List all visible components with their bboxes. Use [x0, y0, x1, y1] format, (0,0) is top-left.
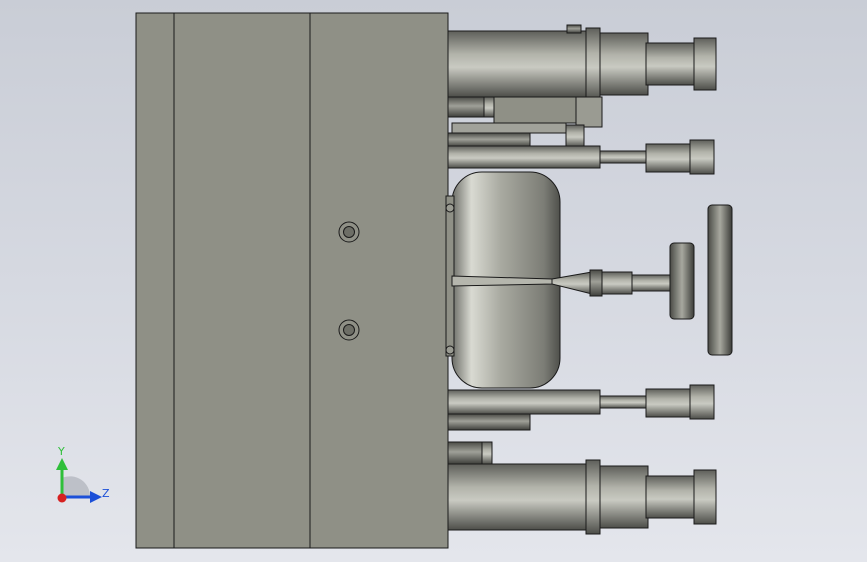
lower-bracket[interactable]: [447, 441, 493, 465]
reference-triad: Y Z: [56, 445, 110, 503]
cad-model-viewport[interactable]: Y Z: [0, 0, 867, 562]
triad-y-label: Y: [57, 445, 65, 458]
lower-guide-rod[interactable]: [447, 384, 715, 431]
mounting-plate[interactable]: [135, 12, 449, 549]
x-axis-dot-icon: [57, 493, 67, 503]
lower-cylinder[interactable]: [447, 459, 717, 535]
flange-small[interactable]: [669, 242, 695, 320]
flange-large[interactable]: [707, 204, 733, 356]
upper-cylinder[interactable]: [447, 24, 717, 101]
triad-plane-icon: [62, 476, 91, 497]
plate-bolt-upper[interactable]: [338, 221, 360, 243]
triad-z-label: Z: [102, 487, 110, 500]
plate-bolt-lower[interactable]: [338, 319, 360, 341]
